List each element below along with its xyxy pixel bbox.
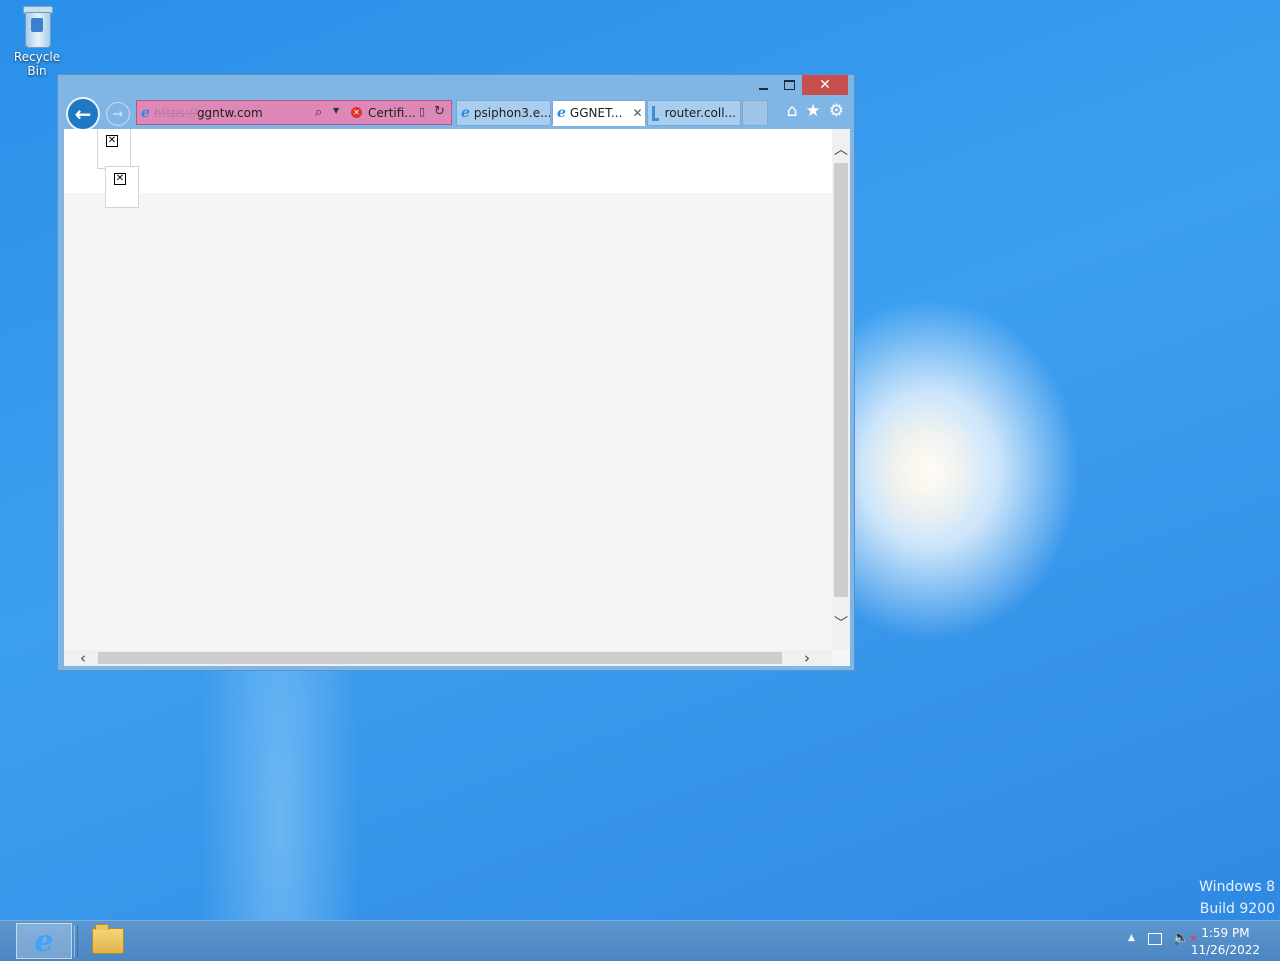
minimize-icon bbox=[758, 88, 768, 90]
minimize-button[interactable] bbox=[750, 75, 776, 95]
new-tab-button[interactable] bbox=[742, 100, 768, 126]
dropdown-arrow-icon[interactable]: ▼ bbox=[333, 106, 339, 115]
browser-toolbar: ← → e https:// ggntw.com ⌕ ▼ ✕ Certifi..… bbox=[64, 97, 850, 131]
tab-router[interactable]: router.coll... bbox=[647, 100, 741, 126]
tab-ggnet[interactable]: e GGNET... ✕ bbox=[552, 100, 646, 126]
broken-image-icon: ✕ bbox=[106, 135, 118, 147]
broken-image: ✕ bbox=[105, 166, 139, 208]
clock-time: 1:59 PM bbox=[1201, 926, 1250, 940]
home-icon[interactable]: ⌂ bbox=[787, 101, 798, 121]
scroll-down-icon[interactable]: ﹀ bbox=[834, 613, 848, 633]
back-arrow-icon: ← bbox=[74, 102, 92, 126]
back-button[interactable]: ← bbox=[66, 97, 100, 131]
favorites-icon[interactable]: ★ bbox=[806, 101, 821, 121]
ie-icon: e bbox=[461, 105, 470, 121]
close-tab-icon[interactable]: ✕ bbox=[632, 106, 642, 120]
compatibility-view-icon[interactable]: ▯ bbox=[419, 105, 425, 118]
url-protocol: https:// bbox=[153, 105, 197, 120]
tab-label: psiphon3.e... bbox=[473, 106, 551, 120]
maximize-icon bbox=[783, 80, 795, 90]
watermark-line1: Windows 8 bbox=[1199, 879, 1275, 895]
vertical-scroll-thumb[interactable] bbox=[834, 163, 848, 597]
scroll-up-icon[interactable]: ︿ bbox=[834, 139, 848, 159]
recycle-bin-shortcut[interactable]: Recycle Bin bbox=[4, 6, 70, 78]
forward-arrow-icon: → bbox=[112, 106, 124, 122]
horizontal-scroll-thumb[interactable] bbox=[98, 652, 782, 664]
page-header-area bbox=[64, 129, 832, 193]
tab-label: router.coll... bbox=[664, 106, 736, 120]
refresh-icon[interactable]: ↻ bbox=[434, 104, 445, 119]
page-content: ✕ ✕ ︿ ﹀ ‹ › bbox=[64, 129, 850, 666]
address-bar[interactable]: e https:// ggntw.com ⌕ ▼ ✕ Certifi... ▯ … bbox=[136, 100, 452, 125]
browser-window: ✕ ← → e https:// ggntw.com ⌕ ▼ ✕ Certifi… bbox=[57, 74, 855, 671]
tab-strip: e psiphon3.e... e GGNET... ✕ router.coll… bbox=[456, 100, 768, 127]
certificate-error-icon[interactable]: ✕ bbox=[351, 107, 362, 118]
route-icon bbox=[652, 105, 659, 121]
clock-date: 11/26/2022 bbox=[1190, 943, 1260, 957]
scroll-right-icon[interactable]: › bbox=[804, 649, 810, 666]
internet-explorer-icon: e bbox=[34, 923, 54, 959]
site-ie-icon: e bbox=[141, 104, 150, 121]
close-icon: ✕ bbox=[819, 77, 831, 93]
forward-button[interactable]: → bbox=[106, 102, 130, 126]
settings-icon[interactable]: ⚙ bbox=[829, 101, 844, 121]
network-icon[interactable] bbox=[1148, 933, 1162, 945]
vertical-scrollbar[interactable]: ︿ ﹀ bbox=[832, 129, 850, 650]
windows-watermark: Windows 8 Build 9200 bbox=[1199, 876, 1275, 920]
close-button[interactable]: ✕ bbox=[802, 75, 848, 95]
show-hidden-icons-icon[interactable]: ▲ bbox=[1128, 933, 1135, 943]
tab-label: GGNET... bbox=[569, 106, 623, 120]
file-explorer-icon bbox=[92, 924, 124, 954]
taskbar-internet-explorer[interactable]: e bbox=[16, 923, 72, 959]
broken-image-icon: ✕ bbox=[114, 173, 126, 185]
ie-icon: e bbox=[557, 105, 566, 121]
tab-psiphon[interactable]: e psiphon3.e... bbox=[456, 100, 551, 126]
watermark-line2: Build 9200 bbox=[1199, 901, 1275, 917]
broken-image: ✕ bbox=[97, 129, 131, 169]
certificate-error-label[interactable]: Certifi... bbox=[368, 106, 416, 120]
horizontal-scrollbar[interactable]: ‹ › bbox=[64, 649, 832, 666]
taskbar-file-explorer[interactable] bbox=[80, 923, 136, 959]
search-icon[interactable]: ⌕ bbox=[315, 105, 322, 120]
toolbar-right-icons: ⌂ ★ ⚙ bbox=[787, 101, 844, 121]
scroll-left-icon[interactable]: ‹ bbox=[80, 649, 86, 666]
clock[interactable]: 1:59 PM 11/26/2022 bbox=[1191, 925, 1260, 959]
url-host: ggntw.com bbox=[196, 105, 263, 120]
taskbar-separator bbox=[74, 925, 78, 957]
taskbar: e ▲ 🔈✕ 1:59 PM 11/26/2022 bbox=[0, 920, 1280, 961]
window-controls: ✕ bbox=[750, 75, 848, 95]
recycle-bin-icon bbox=[22, 6, 53, 48]
maximize-button[interactable] bbox=[776, 75, 802, 95]
